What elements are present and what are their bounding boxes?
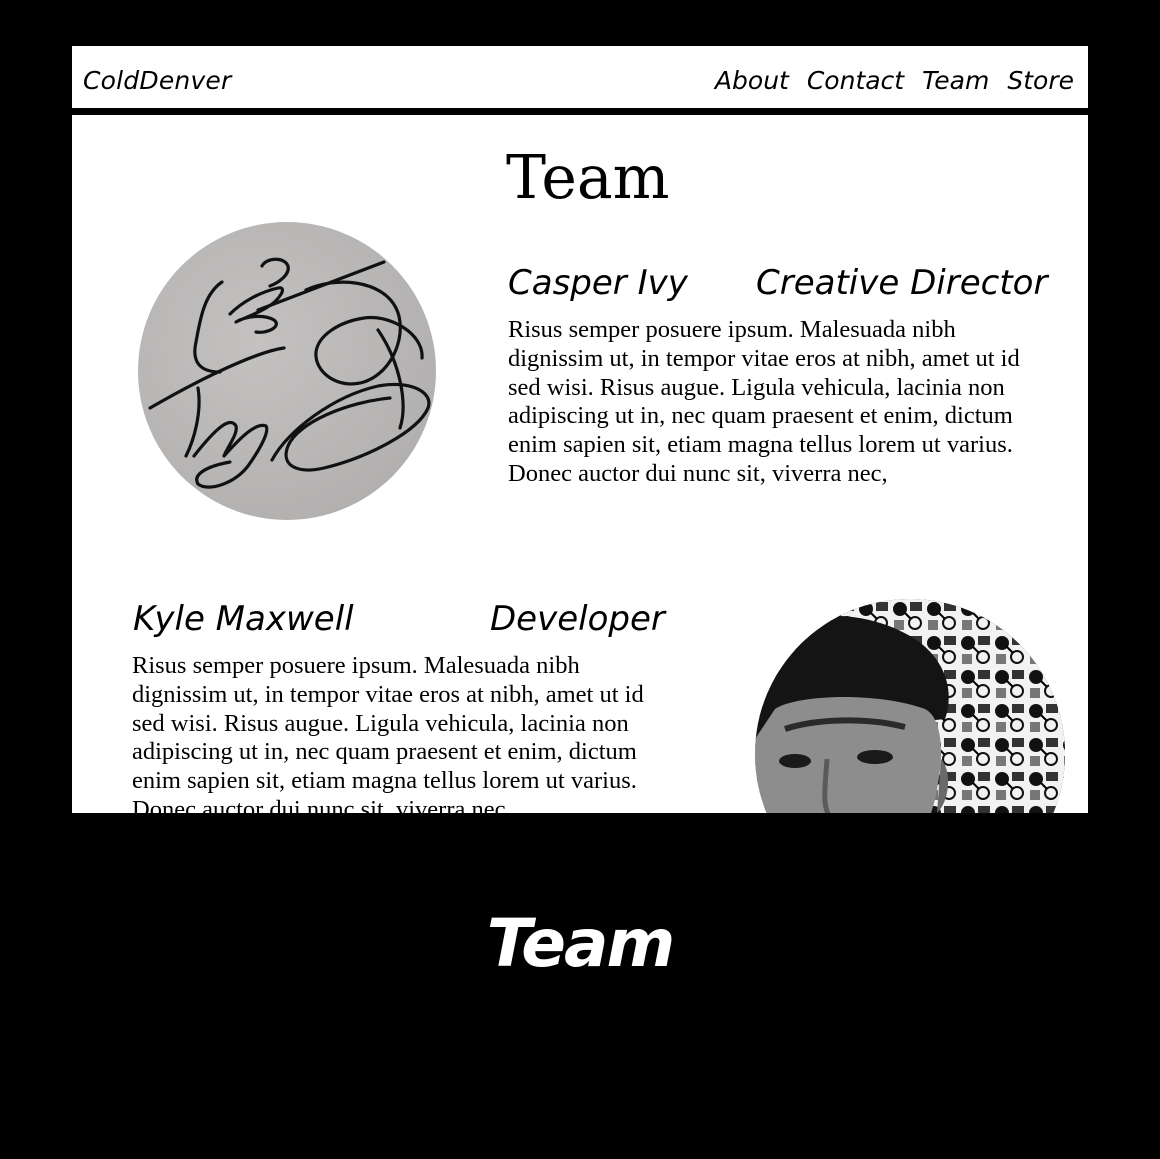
member-name: Kyle Maxwell	[133, 599, 354, 639]
member-role: Developer	[490, 599, 665, 639]
navbar: ColdDenver About Contact Team Store	[72, 46, 1088, 115]
nav-link-about[interactable]: About	[715, 66, 789, 95]
caption-title: Team	[486, 905, 676, 982]
main-nav: About Contact Team Store	[715, 66, 1074, 95]
nav-link-contact[interactable]: Contact	[807, 66, 904, 95]
page-title: Team	[506, 143, 670, 213]
brand-logo[interactable]: ColdDenver	[83, 66, 232, 95]
nav-link-team[interactable]: Team	[922, 66, 989, 95]
signature-image	[148, 257, 431, 489]
member-bio: Risus semper posuere ipsum. Malesuada ni…	[132, 652, 644, 813]
member-name: Casper Ivy	[508, 263, 688, 303]
nav-link-store[interactable]: Store	[1007, 66, 1074, 95]
member-bio: Risus semper posuere ipsum. Malesuada ni…	[508, 316, 1020, 487]
member-avatar-photo	[755, 599, 1065, 813]
member-avatar-signature	[138, 222, 436, 520]
portrait-image	[755, 599, 1065, 813]
website-mockup-frame: ColdDenver About Contact Team Store Team	[72, 46, 1088, 813]
member-role: Creative Director	[756, 263, 1048, 303]
